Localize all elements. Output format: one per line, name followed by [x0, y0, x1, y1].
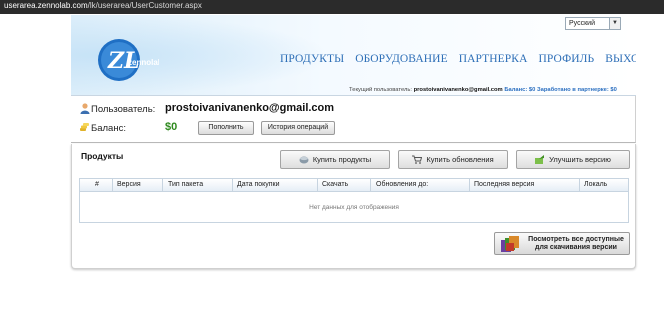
- column-header-package-type[interactable]: Тип пакета: [168, 181, 203, 188]
- nav-profile[interactable]: ПРОФИЛЬ: [538, 53, 594, 67]
- browser-address-bar[interactable]: userarea.zennolab.com/lk/userarea/UserCu…: [0, 0, 664, 14]
- user-info-panel: Пользователь: prostoivanivanenko@gmail.c…: [71, 96, 636, 143]
- column-header-number[interactable]: #: [95, 181, 99, 188]
- language-selected: Русский: [569, 20, 595, 27]
- view-all-downloads-line1: Посмотреть все доступные: [528, 236, 624, 243]
- topup-button[interactable]: Пополнить: [198, 121, 254, 135]
- column-header-locale[interactable]: Локаль: [584, 181, 607, 188]
- user-label: Пользователь:: [91, 104, 156, 115]
- shopping-basket-icon: [299, 156, 309, 164]
- user-icon: [80, 103, 90, 114]
- cart-icon: [412, 155, 423, 164]
- column-header-updates-until[interactable]: Обновления до:: [376, 181, 428, 188]
- nav-logout[interactable]: ВЫХОД: [605, 53, 636, 67]
- upgrade-version-button[interactable]: Улучшить версию: [516, 150, 630, 169]
- current-user-line: Текущий пользователь: prostoivanivanenko…: [349, 87, 617, 93]
- header-partner-earnings: Заработано в партнерке: $0: [536, 87, 617, 93]
- table-header-row: # Версия Тип пакета Дата покупки Скачать…: [80, 179, 628, 192]
- current-user-label: Текущий пользователь:: [349, 87, 412, 93]
- coins-icon: [80, 123, 89, 131]
- buy-updates-label: Купить обновления: [426, 155, 494, 164]
- logo-text: zennolab.com: [128, 58, 159, 67]
- column-divider: [469, 179, 470, 192]
- buy-products-button[interactable]: Купить продукты: [280, 150, 390, 169]
- column-header-version[interactable]: Версия: [117, 181, 141, 188]
- column-header-download[interactable]: Скачать: [322, 181, 348, 188]
- products-title: Продукты: [81, 151, 124, 161]
- header-balance: Баланс: $0: [504, 87, 536, 93]
- url-host: userarea.zennolab.com: [4, 1, 88, 10]
- column-divider: [317, 179, 318, 192]
- nav-equipment[interactable]: ОБОРУДОВАНИЕ: [355, 53, 447, 67]
- browser-url[interactable]: userarea.zennolab.com/lk/userarea/UserCu…: [4, 1, 202, 10]
- nav-products[interactable]: ПРОДУКТЫ: [280, 53, 344, 67]
- column-divider: [370, 179, 371, 192]
- column-divider: [232, 179, 233, 192]
- products-panel: Продукты Купить продукты Купить обновлен…: [71, 144, 636, 269]
- products-table: # Версия Тип пакета Дата покупки Скачать…: [79, 178, 629, 223]
- upgrade-version-label: Улучшить версию: [549, 155, 611, 164]
- table-empty-message: Нет данных для отображения: [309, 204, 399, 211]
- upgrade-arrow-icon: [535, 155, 545, 164]
- chevron-down-icon[interactable]: ▼: [609, 18, 620, 29]
- url-path: /lk/userarea/UserCustomer.aspx: [87, 1, 202, 10]
- site-header: ZL zennolab.com Русский ▼ ПРОДУКТЫ ОБОРУ…: [71, 15, 636, 96]
- column-header-latest-version[interactable]: Последняя версия: [474, 181, 534, 188]
- view-all-downloads-line2: для скачивания версии: [535, 244, 617, 251]
- column-header-purchase-date[interactable]: Дата покупки: [237, 181, 280, 188]
- zennolab-logo[interactable]: ZL zennolab.com: [97, 37, 159, 83]
- view-all-downloads-button[interactable]: Посмотреть все доступные для скачивания …: [494, 232, 630, 255]
- column-divider: [162, 179, 163, 192]
- main-nav: ПРОДУКТЫ ОБОРУДОВАНИЕ ПАРТНЕРКА ПРОФИЛЬ …: [280, 53, 636, 67]
- language-select[interactable]: Русский ▼: [565, 17, 621, 30]
- buy-updates-button[interactable]: Купить обновления: [398, 150, 508, 169]
- balance-value: $0: [165, 121, 178, 133]
- current-user-email: prostoivanivanenko@gmail.com: [413, 87, 503, 93]
- buy-products-label: Купить продукты: [312, 155, 372, 164]
- balance-label: Баланс:: [91, 123, 126, 134]
- column-divider: [579, 179, 580, 192]
- nav-partner[interactable]: ПАРТНЕРКА: [459, 53, 528, 67]
- user-email: prostoivanivanenko@gmail.com: [165, 102, 335, 114]
- column-divider: [112, 179, 113, 192]
- operation-history-button[interactable]: История операций: [261, 121, 335, 135]
- downloads-stack-icon: [501, 236, 519, 252]
